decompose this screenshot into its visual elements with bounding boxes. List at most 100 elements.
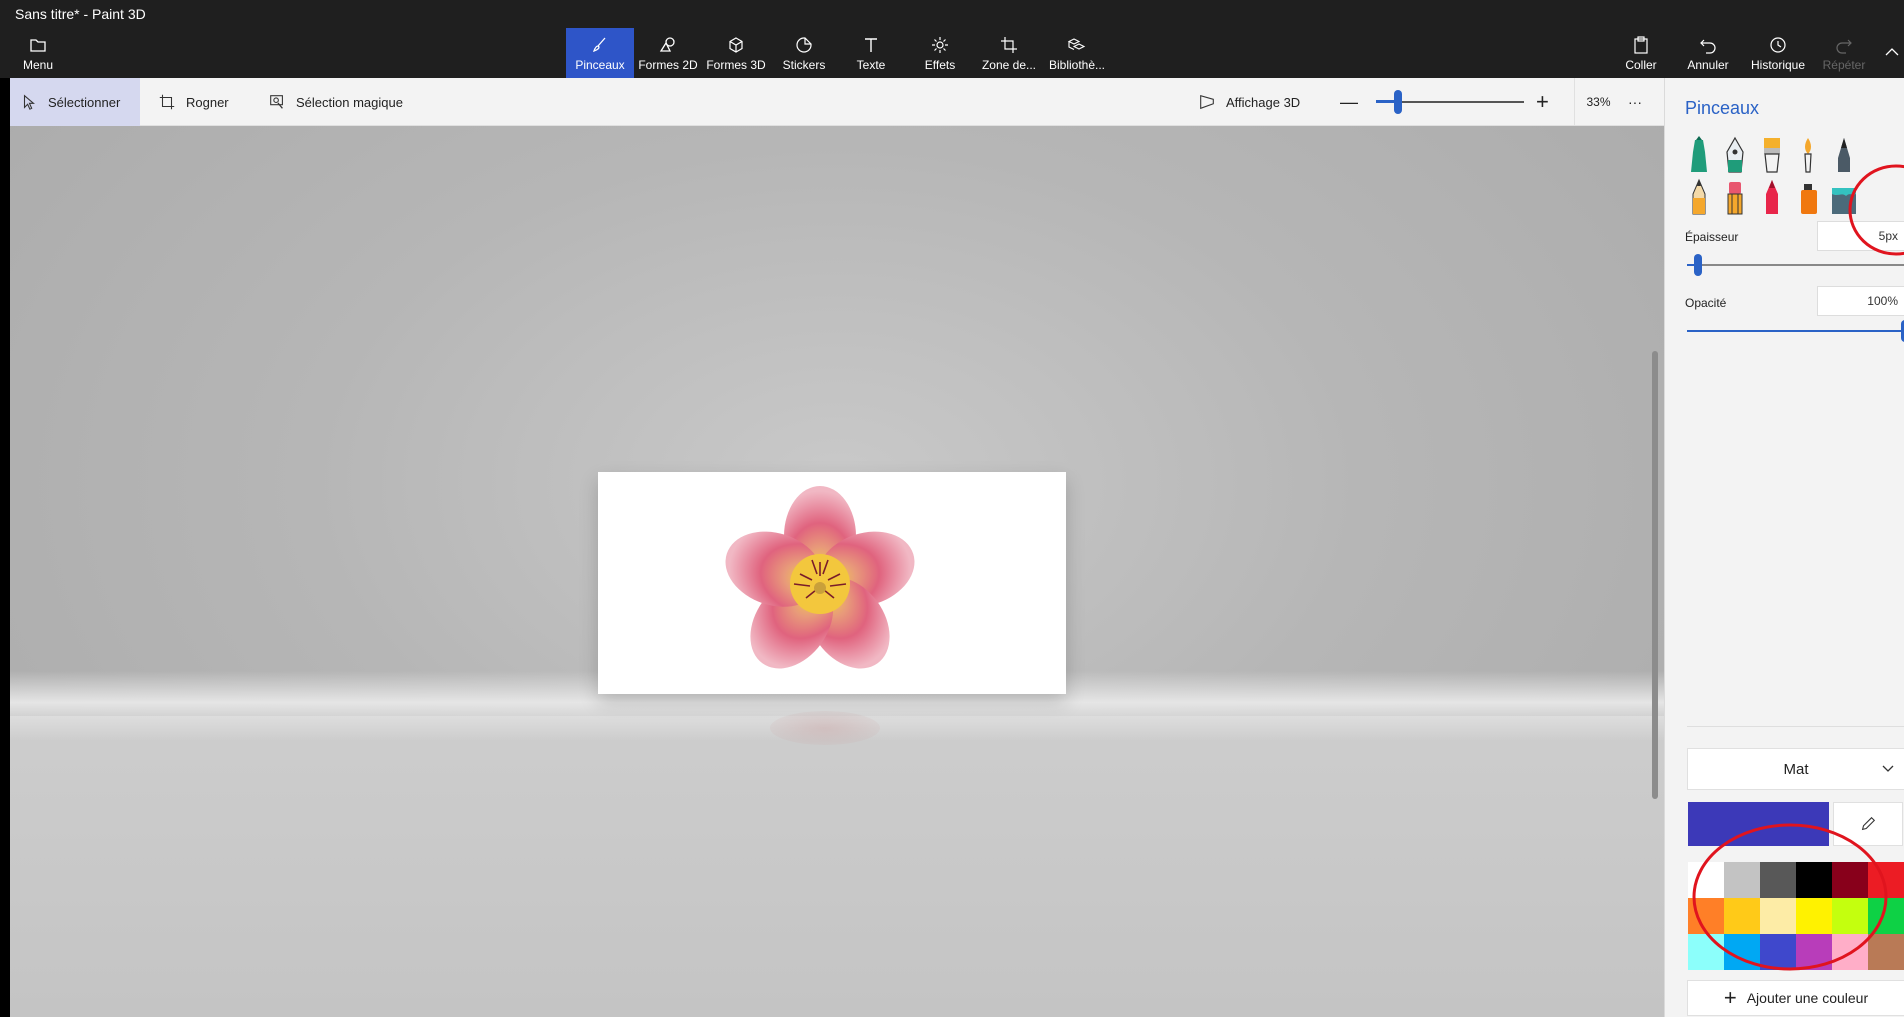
zoom-slider-thumb[interactable]	[1394, 90, 1403, 114]
thickness-label: Épaisseur	[1685, 230, 1739, 244]
finish-value: Mat	[1783, 760, 1809, 778]
flower-image	[725, 486, 915, 669]
tab-label: Formes 3D	[706, 57, 766, 72]
spray-can-icon[interactable]	[1794, 178, 1822, 218]
thickness-input[interactable]: 5px	[1817, 221, 1904, 251]
folder-icon	[30, 38, 46, 52]
magic-select-tool[interactable]: Sélection magique	[268, 78, 403, 126]
opacity-input[interactable]: 100%	[1817, 286, 1904, 316]
thickness-slider-thumb[interactable]	[1693, 254, 1702, 276]
eyedropper-button[interactable]	[1833, 802, 1903, 846]
pixel-pen-icon[interactable]	[1830, 136, 1858, 176]
paste-label: Coller	[1625, 57, 1657, 72]
chevron-up-icon	[1885, 47, 1899, 55]
floor	[10, 716, 1664, 1017]
view-3d-toggle[interactable]: Affichage 3D	[1198, 78, 1300, 126]
title-bar: Sans titre* - Paint 3D	[0, 0, 1904, 28]
menu-button[interactable]: Menu	[18, 28, 58, 78]
select-tool[interactable]: Sélectionner	[10, 78, 140, 126]
canvas-shadow	[770, 711, 880, 745]
undo-button[interactable]: Annuler	[1684, 28, 1732, 78]
zoom-in-button[interactable]: +	[1536, 78, 1549, 126]
color-swatch[interactable]	[1868, 898, 1904, 934]
view-3d-icon	[1200, 94, 1214, 110]
calligraphy-pen-icon[interactable]	[1721, 136, 1749, 176]
color-swatch[interactable]	[1868, 862, 1904, 898]
oil-brush-icon[interactable]	[1758, 136, 1786, 176]
tab-label: Pinceaux	[575, 57, 625, 72]
tab-formes-2d[interactable]: Formes 2D	[637, 28, 699, 78]
color-swatch[interactable]	[1724, 898, 1760, 934]
select-label: Sélectionner	[48, 94, 121, 110]
sun-icon	[932, 36, 948, 53]
plus-icon: +	[1536, 89, 1549, 114]
chevron-down-icon	[1882, 765, 1894, 772]
color-swatch[interactable]	[1796, 934, 1832, 970]
color-swatch[interactable]	[1760, 934, 1796, 970]
redo-button[interactable]: Répéter	[1818, 28, 1870, 78]
library-icon	[1067, 37, 1086, 50]
history-icon	[1770, 36, 1786, 53]
paste-button[interactable]: Coller	[1620, 28, 1662, 78]
color-swatch[interactable]	[1832, 862, 1868, 898]
crop-tool[interactable]: Rogner	[158, 78, 229, 126]
marker-icon[interactable]	[1685, 136, 1713, 176]
history-button[interactable]: Historique	[1746, 28, 1810, 78]
vertical-scrollbar[interactable]	[1652, 351, 1658, 799]
color-swatch[interactable]	[1832, 934, 1868, 970]
ellipsis-icon: ···	[1628, 94, 1642, 110]
tab-label: Bibliothè...	[1048, 57, 1106, 72]
crop-label: Rogner	[186, 94, 229, 110]
cube-icon	[729, 36, 743, 53]
tab-texte[interactable]: Texte	[845, 28, 897, 78]
color-swatch[interactable]	[1688, 862, 1724, 898]
drawing-canvas[interactable]	[598, 472, 1066, 694]
tab-stickers[interactable]: Stickers	[775, 28, 833, 78]
sub-toolbar: Sélectionner Rogner Sélection magique Af…	[10, 78, 1664, 126]
pencil-icon[interactable]	[1685, 178, 1713, 218]
tab-effets[interactable]: Effets	[912, 28, 968, 78]
color-swatch[interactable]	[1760, 862, 1796, 898]
crayon-icon[interactable]	[1758, 178, 1786, 218]
add-color-button[interactable]: + Ajouter une couleur	[1687, 980, 1904, 1016]
canvas-area[interactable]	[10, 126, 1664, 1017]
tab-formes-3d[interactable]: Formes 3D	[705, 28, 767, 78]
canvas-crop-icon	[1001, 36, 1017, 53]
color-swatch[interactable]	[1868, 934, 1904, 970]
color-swatch[interactable]	[1724, 934, 1760, 970]
brushes-panel: Pinceaux Épaisseur 5px Opacité 100% Mat …	[1664, 78, 1904, 1017]
color-swatch[interactable]	[1724, 862, 1760, 898]
undo-icon	[1700, 39, 1716, 54]
color-swatch[interactable]	[1688, 898, 1724, 934]
opacity-label: Opacité	[1685, 296, 1727, 310]
eraser-icon[interactable]	[1721, 178, 1749, 218]
add-color-label: Ajouter une couleur	[1746, 990, 1869, 1006]
cursor-icon	[23, 94, 35, 110]
collapse-ribbon-button[interactable]	[1880, 28, 1904, 78]
color-swatch[interactable]	[1832, 898, 1868, 934]
zoom-percent-value: 33%	[1586, 95, 1611, 109]
color-swatch[interactable]	[1688, 934, 1724, 970]
redo-icon	[1836, 39, 1852, 54]
tab-zone-de-dessin[interactable]: Zone de...	[978, 28, 1040, 78]
window-title: Sans titre* - Paint 3D	[15, 6, 146, 22]
watercolor-icon[interactable]	[1794, 136, 1822, 176]
color-swatch[interactable]	[1796, 898, 1832, 934]
color-swatch[interactable]	[1760, 898, 1796, 934]
brush-icon	[592, 37, 606, 52]
opacity-slider-fill	[1687, 330, 1904, 332]
tab-bibliotheque[interactable]: Bibliothè...	[1046, 28, 1108, 78]
history-label: Historique	[1750, 57, 1806, 72]
color-swatch[interactable]	[1796, 862, 1832, 898]
more-options-button[interactable]: ···	[1628, 78, 1642, 126]
minus-icon: —	[1340, 91, 1358, 112]
crop-icon	[159, 94, 175, 110]
shapes-2d-icon	[659, 36, 675, 52]
zoom-out-button[interactable]: —	[1340, 78, 1358, 126]
finish-dropdown[interactable]: Mat	[1687, 748, 1904, 790]
current-color-swatch[interactable]	[1688, 802, 1829, 846]
fill-bucket-icon[interactable]	[1830, 178, 1858, 218]
redo-label: Répéter	[1822, 57, 1866, 72]
tab-pinceaux[interactable]: Pinceaux	[566, 28, 634, 78]
zoom-percent[interactable]: 33%	[1574, 78, 1622, 126]
